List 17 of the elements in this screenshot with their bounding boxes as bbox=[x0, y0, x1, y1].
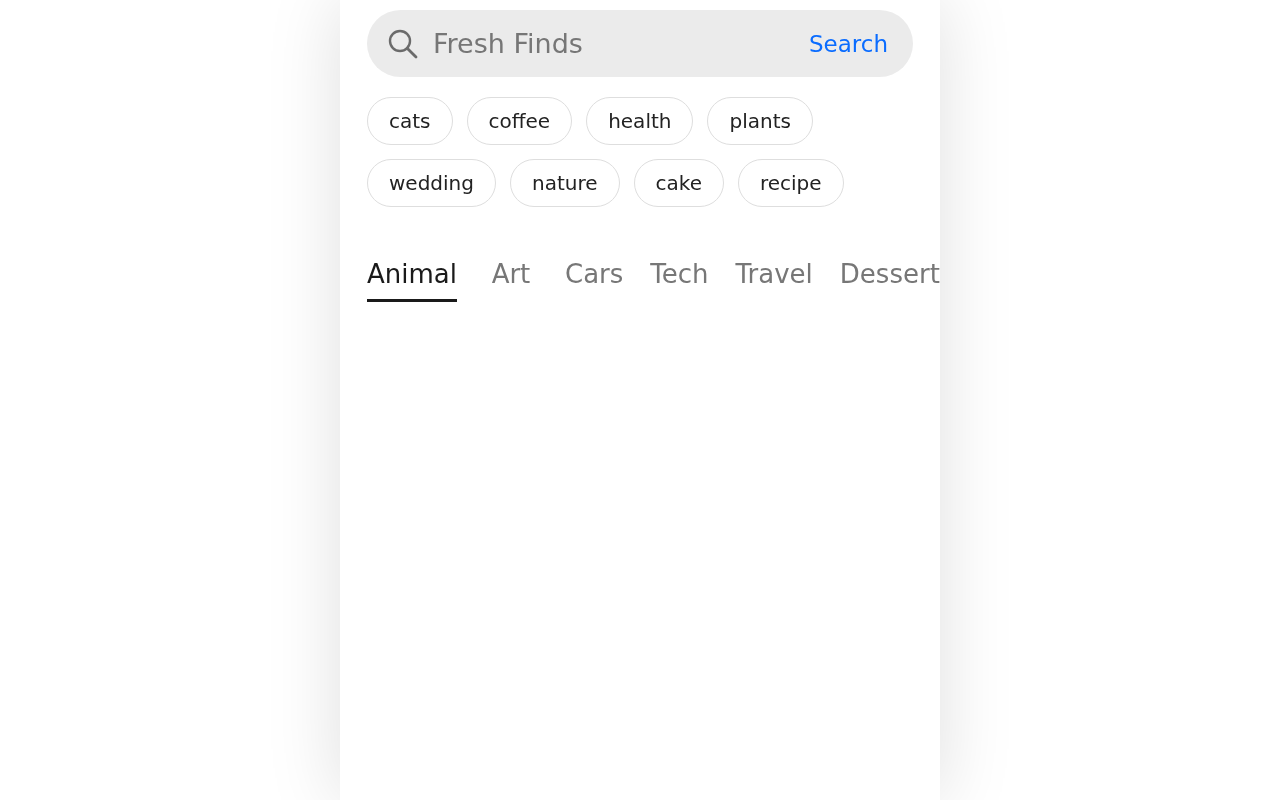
tag-chip[interactable]: wedding bbox=[367, 159, 496, 207]
tag-chip[interactable]: plants bbox=[707, 97, 813, 145]
category-tab[interactable]: Tech bbox=[650, 259, 709, 302]
category-tab[interactable]: Art bbox=[484, 259, 538, 302]
category-tab[interactable]: Animal bbox=[367, 259, 457, 302]
tag-chip[interactable]: health bbox=[586, 97, 694, 145]
tag-chip[interactable]: recipe bbox=[737, 159, 844, 207]
search-field[interactable]: Fresh Finds Search bbox=[367, 10, 913, 77]
category-tab[interactable]: Dessert bbox=[839, 259, 940, 302]
tag-chip[interactable]: cats bbox=[367, 97, 453, 145]
category-tab[interactable]: Cars bbox=[565, 259, 624, 302]
category-tab[interactable]: Travel bbox=[735, 259, 813, 302]
tag-chip[interactable]: nature bbox=[510, 159, 620, 207]
tag-chip[interactable]: coffee bbox=[466, 97, 573, 145]
search-button[interactable]: Search bbox=[808, 30, 888, 57]
search-icon bbox=[388, 28, 418, 59]
tag-chip[interactable]: cake bbox=[633, 159, 724, 207]
